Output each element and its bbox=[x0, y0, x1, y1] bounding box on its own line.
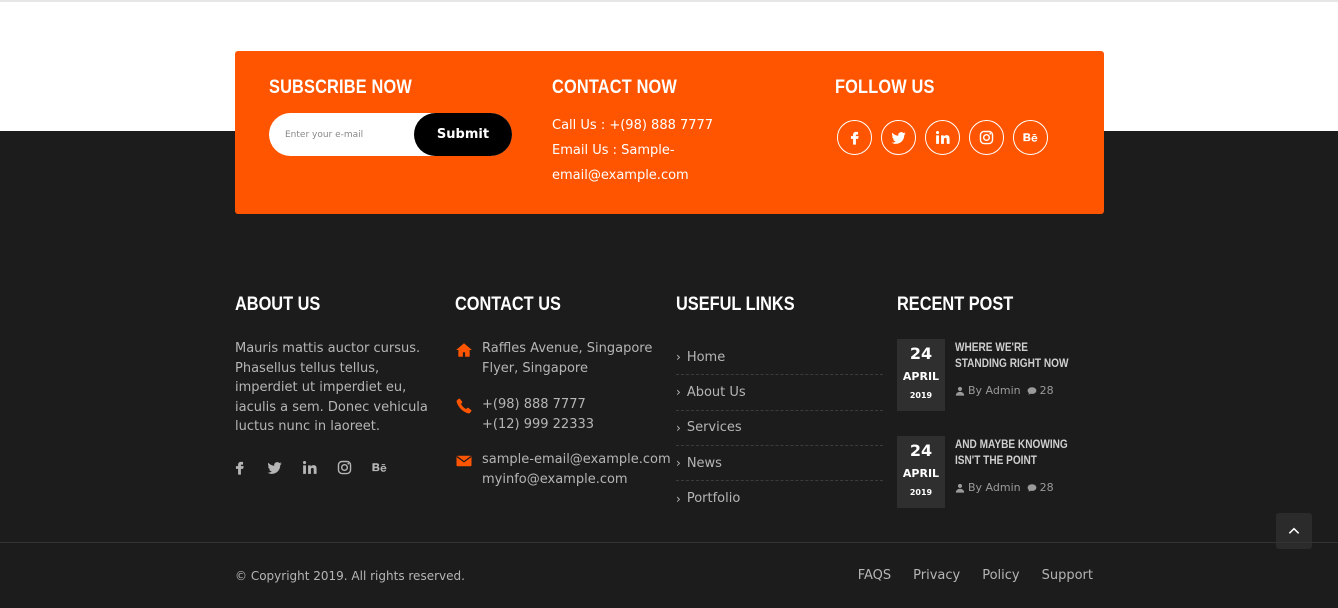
about-social-links bbox=[230, 458, 388, 476]
facebook-icon[interactable] bbox=[230, 458, 248, 476]
recent-post-item[interactable]: 24 APRIL 2019 AND MAYBE KNOWING ISN'T TH… bbox=[897, 436, 1107, 508]
contact-now-title: CONTACT NOW bbox=[552, 77, 678, 98]
behance-icon[interactable] bbox=[1013, 120, 1048, 155]
comments-icon bbox=[1027, 386, 1036, 395]
subscribe-title: SUBSCRIBE NOW bbox=[269, 77, 412, 98]
link-portfolio[interactable]: › Portfolio bbox=[676, 481, 883, 516]
post-title-link[interactable]: WHERE WE'RE STANDING RIGHT NOW bbox=[955, 339, 1081, 371]
comments-icon bbox=[1027, 483, 1036, 492]
contact-title: CONTACT US bbox=[455, 294, 561, 315]
link-services[interactable]: › Services bbox=[676, 411, 883, 446]
twitter-icon[interactable] bbox=[265, 458, 283, 476]
recent-post-item[interactable]: 24 APRIL 2019 WHERE WE'RE STANDING RIGHT… bbox=[897, 339, 1107, 411]
post-date: 24 APRIL 2019 bbox=[897, 339, 945, 411]
scroll-to-top-button[interactable] bbox=[1276, 513, 1312, 549]
linkedin-icon[interactable] bbox=[925, 120, 960, 155]
user-icon bbox=[955, 483, 965, 493]
follow-title: FOLLOW US bbox=[835, 77, 935, 98]
bottom-link-support[interactable]: Support bbox=[1042, 568, 1093, 583]
post-day: 24 bbox=[909, 344, 933, 363]
envelope-icon bbox=[456, 455, 472, 467]
post-meta: By Admin 28 bbox=[955, 384, 1054, 397]
chevron-up-icon bbox=[1288, 527, 1300, 534]
post-author[interactable]: By Admin bbox=[968, 384, 1021, 397]
facebook-icon[interactable] bbox=[837, 120, 872, 155]
about-text: Mauris mattis auctor cursus. Phasellus t… bbox=[235, 341, 428, 434]
link-label: Home bbox=[686, 349, 726, 365]
post-meta: By Admin 28 bbox=[955, 481, 1054, 494]
link-label: About Us bbox=[686, 384, 746, 400]
phone-number[interactable]: +(98) 888 7777 bbox=[482, 395, 682, 415]
link-label: News bbox=[686, 455, 722, 471]
post-author[interactable]: By Admin bbox=[968, 481, 1021, 494]
link-label: Portfolio bbox=[686, 491, 741, 507]
bottom-link-faqs[interactable]: FAQS bbox=[858, 568, 891, 583]
chevron-right-icon: › bbox=[676, 456, 681, 471]
bottom-nav: FAQS Privacy Policy Support bbox=[858, 568, 1093, 583]
home-icon bbox=[456, 343, 472, 357]
post-date: 24 APRIL 2019 bbox=[897, 436, 945, 508]
linkedin-icon[interactable] bbox=[300, 458, 318, 476]
bottom-link-policy[interactable]: Policy bbox=[982, 568, 1019, 583]
subscribe-form: Submit bbox=[269, 113, 512, 156]
chevron-right-icon: › bbox=[676, 350, 681, 365]
post-comment-count[interactable]: 28 bbox=[1040, 481, 1054, 494]
copyright-text: © Copyright 2019. All rights reserved. bbox=[235, 569, 465, 583]
submit-button[interactable]: Submit bbox=[414, 113, 512, 156]
email-address[interactable]: sample-email@example.com bbox=[482, 450, 682, 470]
instagram-icon[interactable] bbox=[969, 120, 1004, 155]
useful-links-list: › Home › About Us › Services › News › Portfol… bbox=[676, 340, 883, 516]
instagram-icon[interactable] bbox=[335, 458, 353, 476]
follow-social-links bbox=[837, 120, 1048, 155]
link-news[interactable]: › News bbox=[676, 446, 883, 482]
contact-now-details: Call Us : +(98) 888 7777 Email Us : Samp… bbox=[552, 113, 742, 188]
behance-icon[interactable] bbox=[370, 458, 388, 476]
post-year: 2019 bbox=[909, 488, 933, 497]
subscribe-banner: SUBSCRIBE NOW Submit CONTACT NOW Call Us… bbox=[235, 51, 1104, 214]
link-home[interactable]: › Home bbox=[676, 340, 883, 376]
email-address[interactable]: myinfo@example.com bbox=[482, 470, 682, 490]
phone-number[interactable]: +(12) 999 22333 bbox=[482, 415, 682, 435]
about-title: ABOUT US bbox=[235, 294, 321, 315]
address-line: Raffles Avenue, Singapore bbox=[482, 341, 653, 356]
chevron-right-icon: › bbox=[676, 491, 681, 506]
chevron-right-icon: › bbox=[676, 385, 681, 400]
chevron-right-icon: › bbox=[676, 420, 681, 435]
contact-email: Email Us : Sample-email@example.com bbox=[552, 143, 689, 183]
post-month: APRIL bbox=[902, 370, 940, 383]
address-line: Flyer, Singapore bbox=[482, 361, 588, 376]
recent-post-title: RECENT POST bbox=[897, 294, 1014, 315]
post-month: APRIL bbox=[902, 467, 940, 480]
link-about-us[interactable]: › About Us bbox=[676, 375, 883, 411]
post-comment-count[interactable]: 28 bbox=[1040, 384, 1054, 397]
contact-call: Call Us : +(98) 888 7777 bbox=[552, 118, 714, 133]
link-label: Services bbox=[686, 420, 742, 436]
user-icon bbox=[955, 386, 965, 396]
post-title-link[interactable]: AND MAYBE KNOWING ISN'T THE POINT bbox=[955, 436, 1081, 468]
email-input[interactable] bbox=[285, 125, 405, 145]
useful-links-title: USEFUL LINKS bbox=[676, 294, 795, 315]
bottom-divider bbox=[0, 542, 1338, 543]
bottom-link-privacy[interactable]: Privacy bbox=[913, 568, 960, 583]
post-year: 2019 bbox=[909, 391, 933, 400]
phone-icon bbox=[456, 398, 472, 414]
twitter-icon[interactable] bbox=[881, 120, 916, 155]
post-day: 24 bbox=[909, 441, 933, 460]
